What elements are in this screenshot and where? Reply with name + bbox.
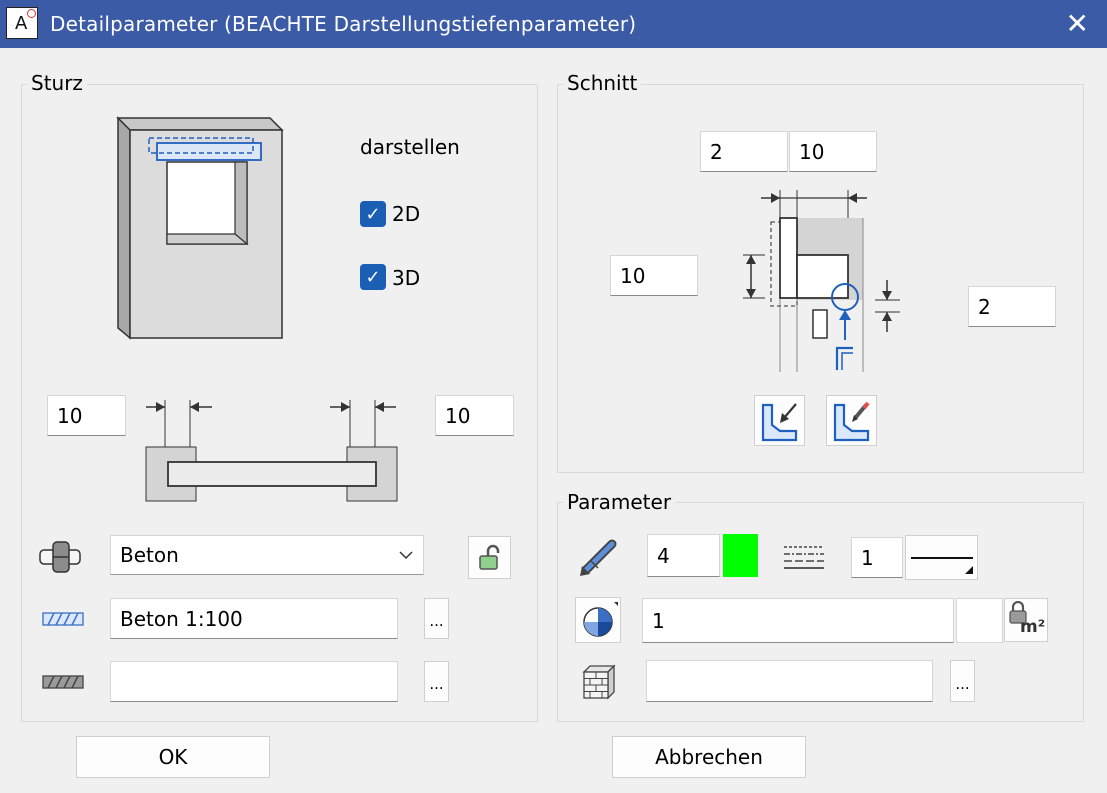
- schnitt-left-input[interactable]: 10: [610, 255, 698, 296]
- area-unit-label: m²: [1020, 617, 1046, 637]
- lintel-plan-diagram: [145, 400, 398, 502]
- section-diagram: [743, 190, 900, 372]
- edit-section-icon: [833, 401, 870, 441]
- checkbox-2d-label: 2D: [392, 202, 421, 226]
- app-icon: A: [6, 7, 38, 39]
- surface-more-button[interactable]: ...: [950, 660, 975, 702]
- pattern-more-button[interactable]: ...: [424, 661, 449, 702]
- schnitt-top-right-input[interactable]: 10: [789, 131, 877, 172]
- pen-color-swatch[interactable]: [723, 534, 758, 577]
- pattern-input[interactable]: [110, 661, 398, 702]
- edit-section-button[interactable]: [826, 395, 877, 446]
- surface-input[interactable]: [646, 660, 933, 702]
- close-button[interactable]: ✕: [1066, 7, 1089, 40]
- layer-icon: [583, 602, 618, 637]
- line-type-input[interactable]: 1: [851, 537, 903, 578]
- material-select-value: Beton: [120, 543, 179, 567]
- line-preview-icon: [910, 556, 973, 574]
- unlock-icon: [478, 544, 499, 570]
- sturz-right-input[interactable]: 10: [435, 395, 514, 436]
- layer-button[interactable]: [575, 597, 621, 643]
- area-lock-button[interactable]: m²: [1004, 598, 1048, 642]
- line-type-icon: [784, 546, 824, 569]
- cancel-button[interactable]: Abbrechen: [612, 736, 806, 778]
- unlock-button[interactable]: [468, 536, 511, 579]
- show-label: darstellen: [360, 135, 460, 159]
- surface-icon: [582, 664, 616, 700]
- checkbox-3d[interactable]: ✓: [360, 264, 386, 290]
- pick-section-button[interactable]: [754, 395, 805, 446]
- hatch-more-button[interactable]: ...: [424, 598, 449, 639]
- layer-input[interactable]: 1: [642, 598, 954, 643]
- chevron-down-icon: [399, 551, 413, 560]
- group-schnitt-label: Schnitt: [563, 71, 642, 95]
- lintel-3d-illustration: [116, 116, 284, 340]
- line-type-preview-button[interactable]: [905, 535, 978, 580]
- title-bar: A Detailparameter (BEACHTE Darstellungst…: [0, 0, 1107, 48]
- pen-input[interactable]: 4: [647, 534, 720, 577]
- checkbox-2d[interactable]: ✓: [360, 201, 386, 227]
- pattern-icon: [42, 675, 84, 689]
- checkbox-3d-label: 3D: [392, 266, 421, 290]
- material-select[interactable]: Beton: [110, 535, 424, 575]
- material-icon: [39, 541, 81, 573]
- hatch-input[interactable]: Beton 1:100: [110, 598, 398, 639]
- schnitt-right-input[interactable]: 2: [968, 286, 1056, 327]
- sturz-left-input[interactable]: 10: [47, 395, 126, 436]
- schnitt-top-left-input[interactable]: 2: [700, 131, 788, 172]
- hatch-icon: [42, 612, 84, 626]
- ok-button[interactable]: OK: [76, 736, 270, 778]
- group-sturz-label: Sturz: [27, 71, 87, 95]
- pick-section-icon: [761, 402, 797, 441]
- group-parameter-label: Parameter: [563, 490, 676, 514]
- window-title: Detailparameter (BEACHTE Darstellungstie…: [50, 12, 637, 36]
- pen-icon: [580, 539, 617, 576]
- layer-extra-field: [956, 598, 1003, 643]
